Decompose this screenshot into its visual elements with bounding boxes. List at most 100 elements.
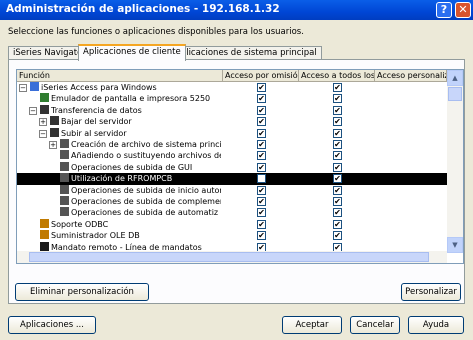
table-row[interactable]: − Subir al servidor ✔ ✔ xyxy=(17,127,447,140)
expand-icon[interactable]: + xyxy=(49,141,57,149)
row-label: Transferencia de datos xyxy=(40,104,221,117)
table-row[interactable]: + Creación de archivo de sistema princip ✔… xyxy=(17,139,447,151)
row-label: Emulador de pantalla e impresora 5250 xyxy=(40,93,221,105)
close-icon[interactable]: ✕ xyxy=(455,2,471,18)
customize-button[interactable]: Personalizar xyxy=(401,283,461,301)
row-label: Bajar del servidor xyxy=(50,116,221,128)
default-access-checkbox[interactable]: ✔ xyxy=(257,151,266,161)
table-row[interactable]: Soporte ODBC ✔ ✔ xyxy=(17,218,447,231)
cancel-button[interactable]: Cancelar xyxy=(350,316,400,334)
column-header-function[interactable]: Función xyxy=(17,70,223,82)
horizontal-scrollbar[interactable] xyxy=(17,251,447,263)
all-access-checkbox[interactable]: ✔ xyxy=(333,83,342,92)
table-row[interactable]: Emulador de pantalla e impresora 5250 ✔ ✔ xyxy=(17,93,447,105)
row-label: Subir al servidor xyxy=(50,127,221,140)
help-button[interactable]: Ayuda xyxy=(408,316,464,334)
file-icon xyxy=(60,161,69,171)
file-icon xyxy=(60,207,69,217)
row-label-text: iSeries Access para Windows xyxy=(41,83,157,92)
column-header-default-access[interactable]: Acceso por omisión xyxy=(223,70,299,82)
default-access-checkbox[interactable]: ✔ xyxy=(257,185,266,195)
table-row[interactable]: Utilización de RFROMPCB ✔ xyxy=(17,173,447,186)
default-access-checkbox[interactable]: ✔ xyxy=(257,105,266,115)
function-tree-table[interactable]: Función Acceso por omisión Acceso a todo… xyxy=(16,69,464,264)
row-label: Operaciones de subida de GUI xyxy=(60,161,221,174)
row-label-text: Transferencia de datos xyxy=(51,105,142,115)
default-access-checkbox[interactable]: ✔ xyxy=(257,94,266,104)
all-access-checkbox[interactable]: ✔ xyxy=(333,174,342,184)
row-label: Operaciones de subida de inicio autor xyxy=(60,184,221,197)
row-label-text: Creación de archivo de sistema princip xyxy=(71,140,221,149)
applications-button[interactable]: Aplicaciones ... xyxy=(8,316,96,334)
table-row[interactable]: Añadiendo o sustituyendo archivos de ✔ ✔ xyxy=(17,150,447,162)
column-header-custom-access[interactable]: Acceso personalizad xyxy=(375,70,447,82)
all-access-checkbox[interactable]: ✔ xyxy=(333,140,342,149)
folder-icon xyxy=(50,127,59,137)
accept-button[interactable]: Aceptar xyxy=(282,316,342,334)
file-icon xyxy=(60,184,69,194)
row-label-text: Bajar del servidor xyxy=(61,117,132,127)
file-icon xyxy=(60,150,69,160)
vertical-scrollbar[interactable]: ▲ ▼ xyxy=(447,70,463,253)
all-access-checkbox[interactable]: ✔ xyxy=(333,231,342,241)
row-label-text: Subir al servidor xyxy=(61,128,127,138)
all-access-checkbox[interactable]: ✔ xyxy=(333,128,342,138)
all-access-checkbox[interactable]: ✔ xyxy=(333,117,342,127)
instruction-text: Seleccione las funciones o aplicaciones … xyxy=(8,27,304,37)
tab-client-applications[interactable]: Aplicaciones de cliente xyxy=(78,44,186,61)
scroll-up-icon[interactable]: ▲ xyxy=(447,70,463,86)
tab-panel: Función Acceso por omisión Acceso a todo… xyxy=(8,59,465,304)
expand-icon[interactable]: + xyxy=(39,118,47,127)
collapse-icon[interactable]: − xyxy=(29,106,37,115)
row-label: Añadiendo o sustituyendo archivos de xyxy=(60,150,221,162)
default-access-checkbox[interactable]: ✔ xyxy=(257,231,266,241)
computer-icon xyxy=(30,82,39,91)
command-icon xyxy=(40,241,49,251)
window-title: Administración de aplicaciones - 192.168… xyxy=(6,3,280,15)
scroll-down-icon[interactable]: ▼ xyxy=(447,237,463,253)
table-row[interactable]: + Bajar del servidor ✔ ✔ xyxy=(17,116,447,128)
all-access-checkbox[interactable]: ✔ xyxy=(333,208,342,218)
database-icon xyxy=(40,218,49,228)
row-label-text: Operaciones de subida de inicio autor xyxy=(71,185,221,195)
scroll-thumb[interactable] xyxy=(448,87,462,101)
all-access-checkbox[interactable]: ✔ xyxy=(333,162,342,172)
table-row[interactable]: Operaciones de subida de inicio autor ✔ ✔ xyxy=(17,184,447,197)
table-row[interactable]: Operaciones de subida de automatiz ✔ ✔ xyxy=(17,207,447,219)
default-access-checkbox[interactable] xyxy=(257,174,266,184)
terminal-icon xyxy=(40,93,49,103)
collapse-icon[interactable]: − xyxy=(39,129,47,138)
table-row[interactable]: − iSeries Access para Windows ✔ ✔ xyxy=(17,82,447,94)
default-access-checkbox[interactable]: ✔ xyxy=(257,128,266,138)
default-access-checkbox[interactable]: ✔ xyxy=(257,219,266,229)
default-access-checkbox[interactable]: ✔ xyxy=(257,197,266,206)
collapse-icon[interactable]: − xyxy=(19,84,27,92)
all-access-checkbox[interactable]: ✔ xyxy=(333,197,342,206)
row-label: Operaciones de subida de complemer xyxy=(60,196,221,208)
default-access-checkbox[interactable]: ✔ xyxy=(257,208,266,218)
all-access-checkbox[interactable]: ✔ xyxy=(333,185,342,195)
all-access-checkbox[interactable]: ✔ xyxy=(333,105,342,115)
table-row[interactable]: Operaciones de subida de complemer ✔ ✔ xyxy=(17,196,447,208)
database-icon xyxy=(40,230,49,240)
row-label: Suministrador OLE DB xyxy=(40,230,221,242)
table-row[interactable]: − Transferencia de datos ✔ ✔ xyxy=(17,104,447,117)
default-access-checkbox[interactable]: ✔ xyxy=(257,83,266,92)
row-label: Utilización de RFROMPCB xyxy=(60,173,221,185)
all-access-checkbox[interactable]: ✔ xyxy=(333,94,342,104)
row-label-text: Operaciones de subida de GUI xyxy=(71,162,193,172)
default-access-checkbox[interactable]: ✔ xyxy=(257,162,266,172)
default-access-checkbox[interactable]: ✔ xyxy=(257,117,266,127)
column-header-all-access[interactable]: Acceso a todos los o xyxy=(299,70,375,82)
remove-customization-button[interactable]: Eliminar personalización xyxy=(15,283,149,301)
default-access-checkbox[interactable]: ✔ xyxy=(257,140,266,149)
table-row[interactable]: Operaciones de subida de GUI ✔ ✔ xyxy=(17,161,447,174)
file-icon xyxy=(60,139,69,148)
all-access-checkbox[interactable]: ✔ xyxy=(333,151,342,161)
all-access-checkbox[interactable]: ✔ xyxy=(333,219,342,229)
row-label-text: Operaciones de subida de complemer xyxy=(71,197,221,206)
tab-host-applications[interactable]: Aplicaciones de sistema principal xyxy=(170,46,322,60)
help-icon[interactable]: ? xyxy=(436,2,452,18)
horizontal-scroll-thumb[interactable] xyxy=(29,252,429,262)
table-row[interactable]: Suministrador OLE DB ✔ ✔ xyxy=(17,230,447,242)
